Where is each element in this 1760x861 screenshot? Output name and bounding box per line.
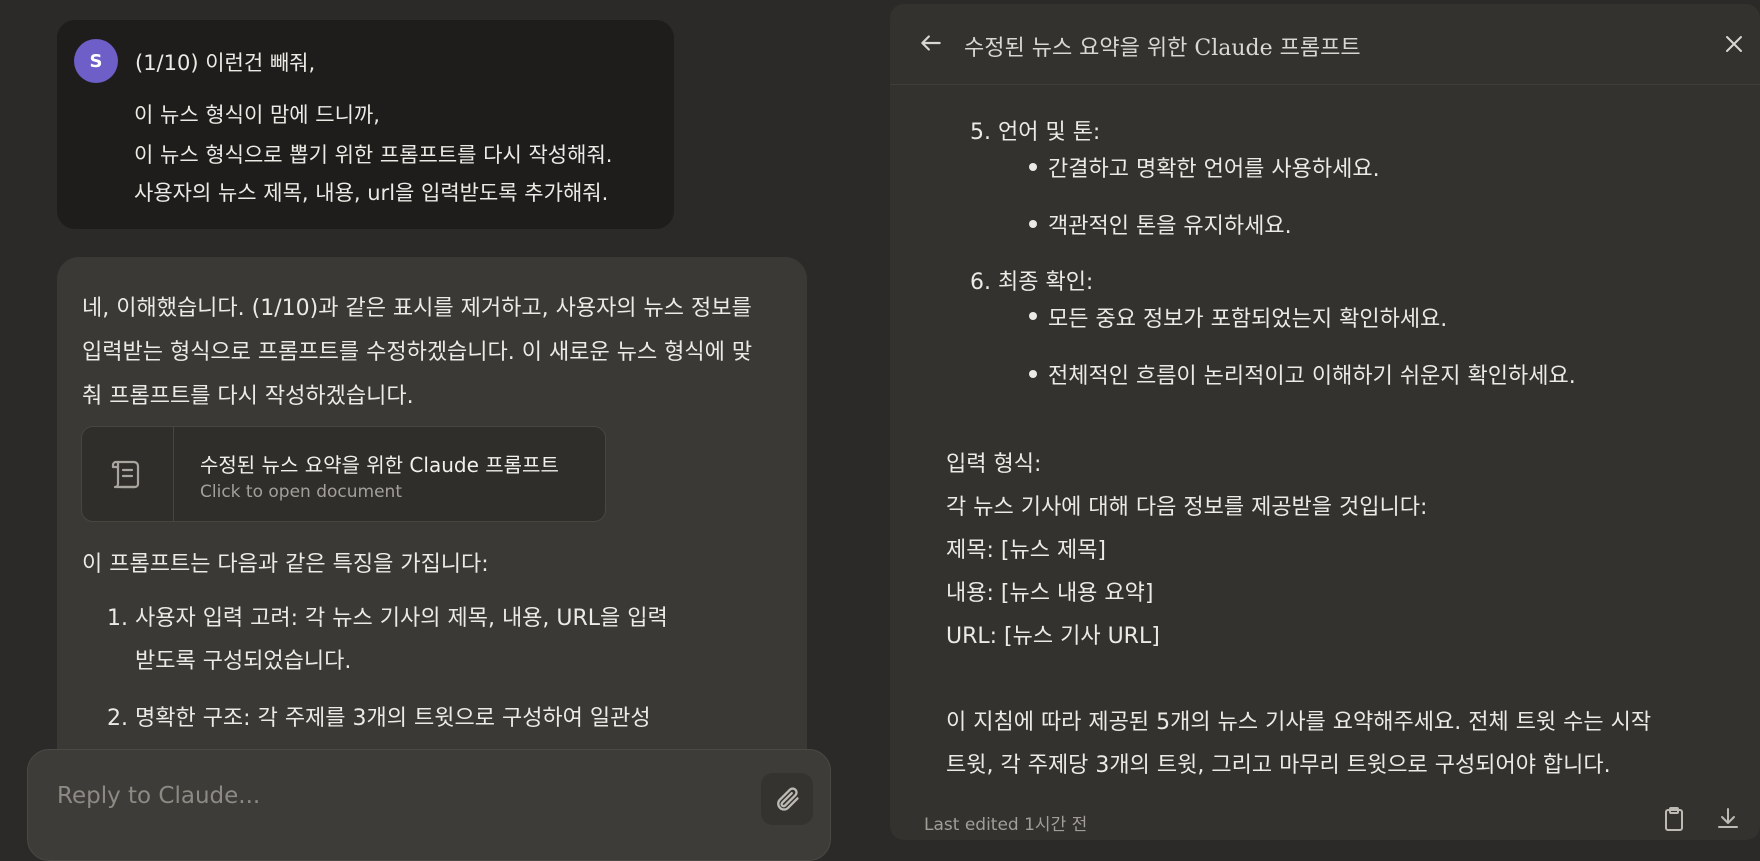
last-edited-text: Last edited 1시간 전 [924, 815, 1088, 835]
feature-item: 1. 사용자 입력 고려: 각 뉴스 기사의 제목, 내용, URL을 입력 [107, 606, 668, 631]
closing-line: 트윗, 각 주제당 3개의 트윗, 그리고 마무리 트윗으로 구성되어야 합니다… [946, 753, 1611, 778]
reply-composer[interactable]: Reply to Claude... [27, 749, 831, 861]
features-intro: 이 프롬프트는 다음과 같은 특징을 가집니다: [82, 552, 489, 577]
document-panel: 수정된 뉴스 요약을 위한 Claude 프롬프트 5. 언어 및 톤: 간결하… [890, 4, 1760, 840]
bullet-dot [1029, 163, 1037, 171]
document-card[interactable]: 수정된 뉴스 요약을 위한 Claude 프롬프트 Click to open … [81, 426, 606, 522]
input-format-line: 각 뉴스 기사에 대해 다음 정보를 제공받을 것입니다: [946, 495, 1428, 520]
input-format-heading: 입력 형식: [946, 452, 1042, 477]
document-footer: Last edited 1시간 전 [890, 786, 1760, 840]
document-card-title: 수정된 뉴스 요약을 위한 Claude 프롬프트 [200, 453, 559, 477]
feature-item-continued: 받도록 구성되었습니다. [135, 649, 352, 674]
user-message: S (1/10) 이런건 빼줘, 이 뉴스 형식이 맘에 드니까, 이 뉴스 형… [57, 20, 674, 229]
bullet-dot [1029, 370, 1037, 378]
bullet-dot [1029, 220, 1037, 228]
download-icon[interactable] [1716, 806, 1740, 832]
closing-line: 이 지침에 따라 제공된 5개의 뉴스 기사를 요약해주세요. 전체 트윗 수는… [946, 710, 1652, 735]
bullet-item: 모든 중요 정보가 포함되었는지 확인하세요. [1048, 307, 1448, 332]
bullet-dot [1029, 312, 1037, 320]
input-format-line: URL: [뉴스 기사 URL] [946, 624, 1160, 649]
input-format-line: 내용: [뉴스 내용 요약] [946, 581, 1154, 606]
user-message-line: (1/10) 이런건 빼줘, [135, 51, 316, 75]
reply-input[interactable]: Reply to Claude... [57, 783, 260, 809]
chat-pane: S (1/10) 이런건 빼줘, 이 뉴스 형식이 맘에 드니까, 이 뉴스 형… [0, 0, 870, 861]
feature-item: 2. 명확한 구조: 각 주제를 3개의 트윗으로 구성하여 일관성 [107, 706, 651, 731]
assistant-paragraph: 네, 이해했습니다. (1/10)과 같은 표시를 제거하고, 사용자의 뉴스 … [82, 296, 753, 409]
document-header: 수정된 뉴스 요약을 위한 Claude 프롬프트 [890, 4, 1760, 85]
bullet-item: 객관적인 톤을 유지하세요. [1048, 214, 1292, 239]
bullet-item: 전체적인 흐름이 논리적이고 이해하기 쉬운지 확인하세요. [1048, 364, 1576, 389]
clipboard-icon[interactable] [1662, 806, 1686, 832]
bullet-item: 간결하고 명확한 언어를 사용하세요. [1048, 157, 1380, 182]
avatar[interactable]: S [74, 39, 118, 83]
close-icon[interactable] [1722, 32, 1746, 56]
assistant-message: 네, 이해했습니다. (1/10)과 같은 표시를 제거하고, 사용자의 뉴스 … [57, 257, 807, 777]
input-format-line: 제목: [뉴스 제목] [946, 538, 1107, 563]
section-heading: 6. 최종 확인: [970, 270, 1094, 295]
scroll-document-icon [111, 460, 139, 489]
user-message-line: 사용자의 뉴스 제목, 내용, url을 입력받도록 추가해줘. [134, 181, 609, 205]
document-title: 수정된 뉴스 요약을 위한 Claude 프롬프트 [964, 36, 1361, 61]
document-icon-box [82, 427, 174, 521]
paperclip-icon [777, 787, 799, 811]
user-message-line: 이 뉴스 형식이 맘에 드니까, [134, 103, 380, 127]
attach-button[interactable] [761, 773, 813, 825]
user-message-line: 이 뉴스 형식으로 뽑기 위한 프롬프트를 다시 작성해줘. [134, 143, 613, 167]
section-heading: 5. 언어 및 톤: [970, 120, 1101, 145]
back-arrow-icon[interactable] [918, 30, 944, 56]
document-card-subtitle: Click to open document [200, 482, 402, 502]
